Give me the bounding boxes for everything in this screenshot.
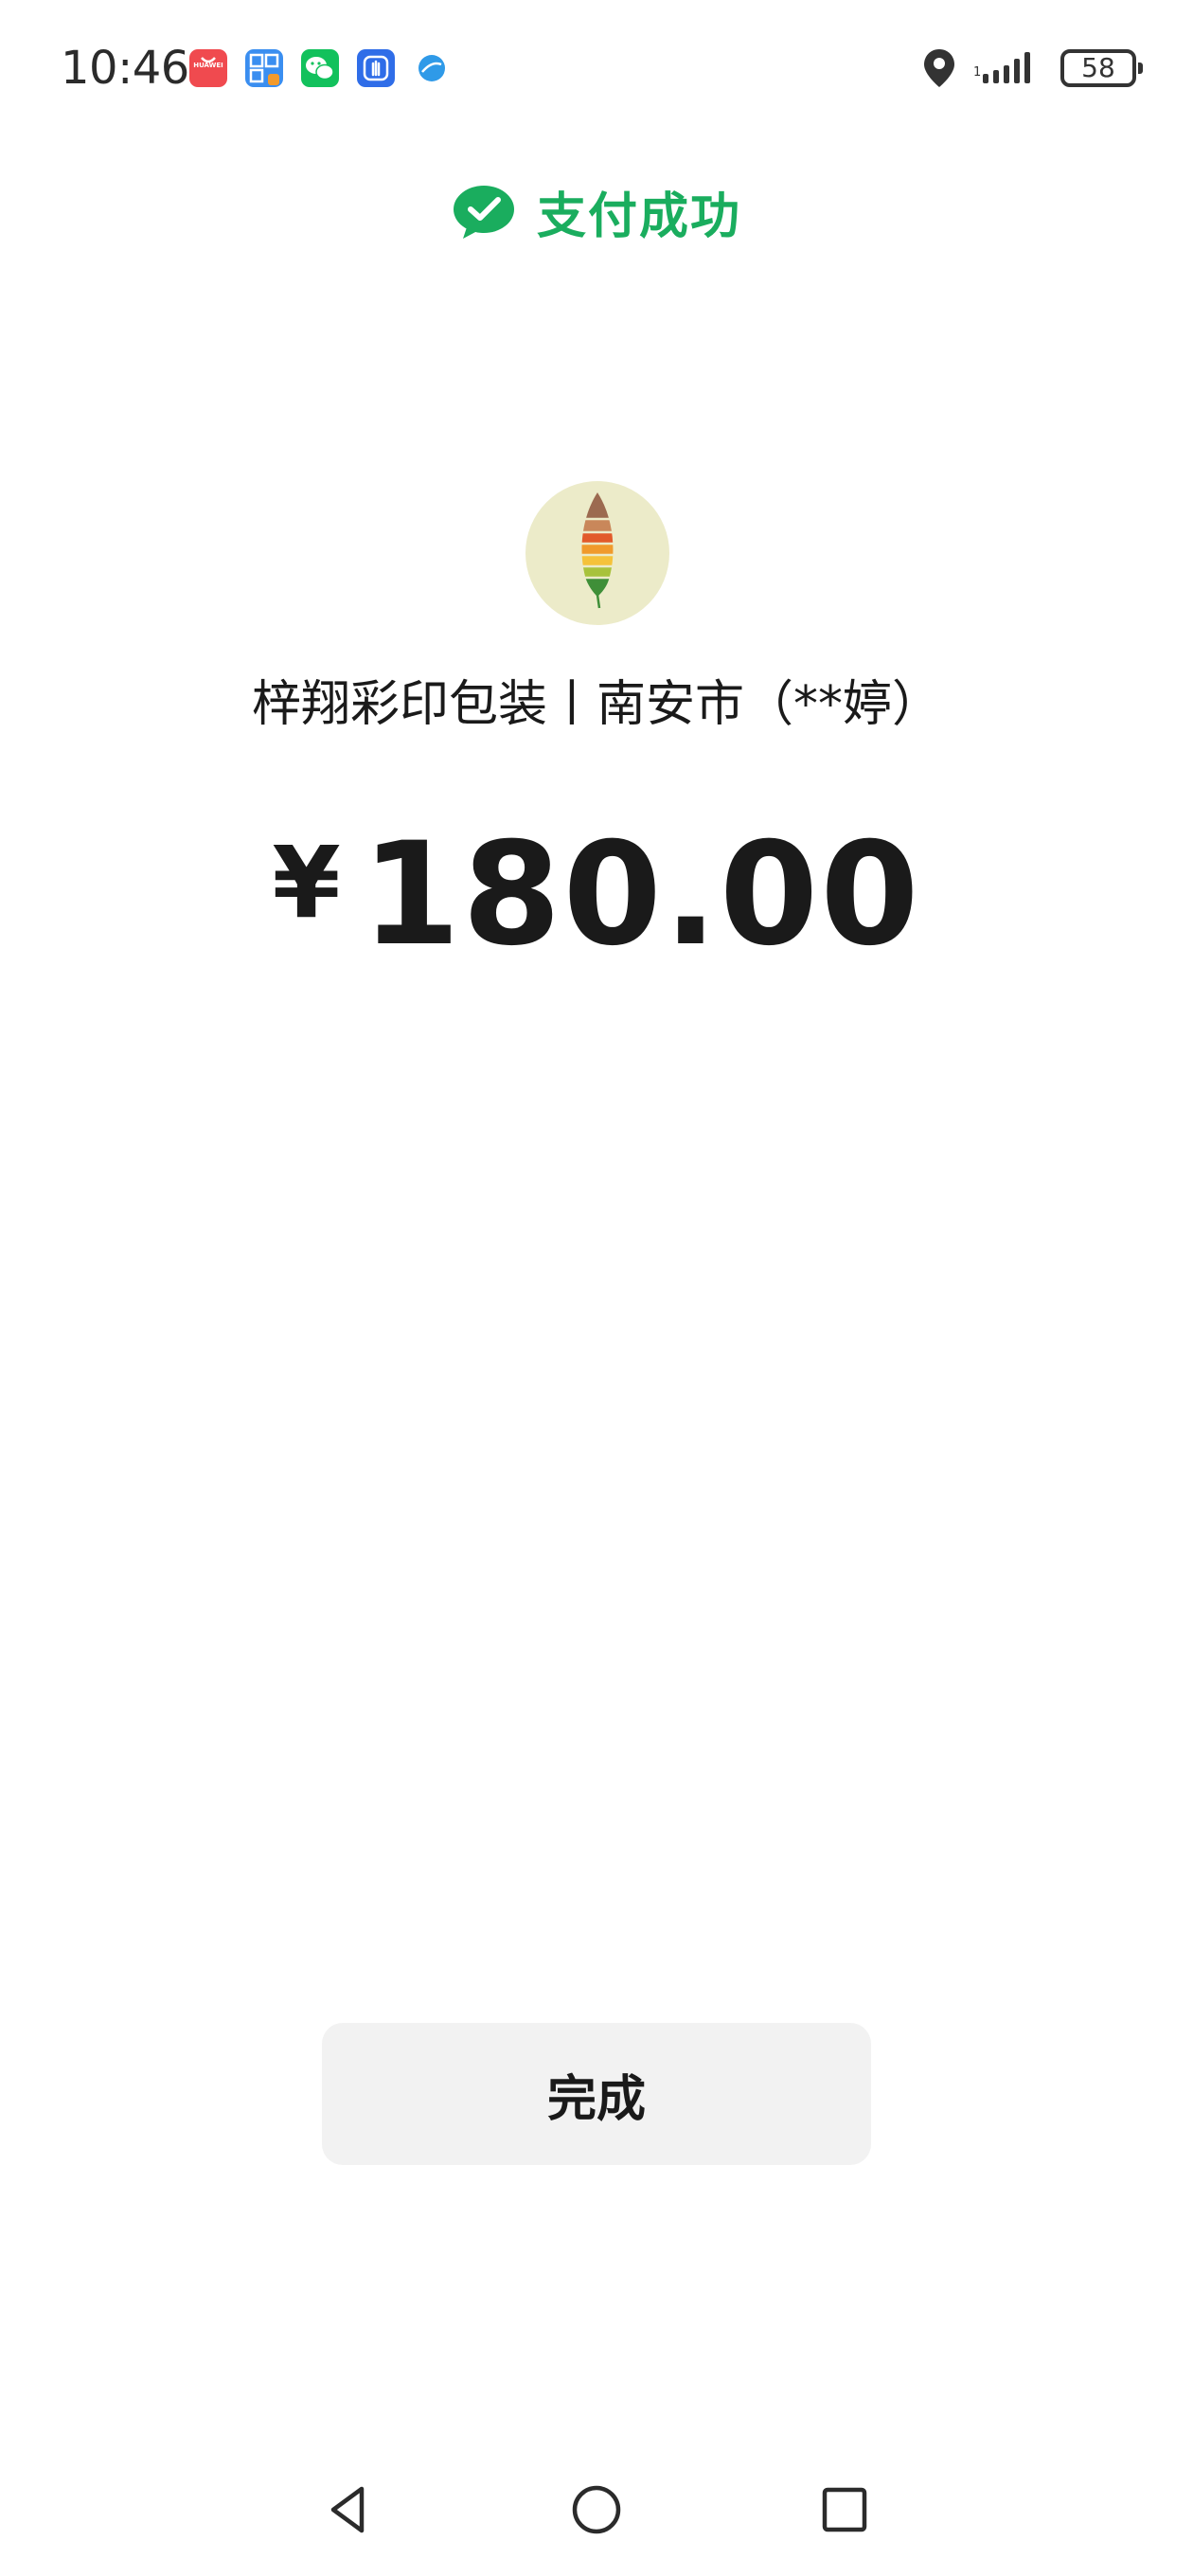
- status-bar: 10:46 HUAWEI 1 58: [0, 0, 1193, 142]
- scan-code-icon: [245, 49, 283, 87]
- recents-icon[interactable]: [816, 2481, 873, 2538]
- status-time: 10:46: [61, 42, 189, 95]
- success-title: 支付成功: [536, 188, 741, 245]
- merchant-name: 梓翔彩印包装丨南安市（**婷）: [251, 676, 941, 733]
- hand-app-icon: [357, 49, 395, 87]
- back-icon[interactable]: [320, 2481, 377, 2538]
- battery-indicator: 58: [1060, 49, 1143, 87]
- leaf-logo-icon: [579, 492, 616, 609]
- wechat-icon: [301, 49, 339, 87]
- currency-symbol: ¥: [272, 825, 341, 940]
- browser-icon: [413, 49, 451, 87]
- payment-success-header: 支付成功: [0, 176, 1193, 247]
- wechat-pay-icon: [453, 185, 514, 239]
- huawei-appgallery-icon: HUAWEI: [189, 49, 227, 87]
- svg-text:1: 1: [973, 65, 981, 80]
- notification-icons: HUAWEI: [189, 49, 451, 87]
- battery-tip: [1138, 63, 1143, 74]
- signal-icon: 1: [973, 52, 1030, 83]
- amount-value: 180.00: [361, 813, 921, 977]
- system-status-icons: 1 58: [922, 45, 1143, 91]
- home-icon[interactable]: [568, 2481, 625, 2538]
- done-button[interactable]: 完成: [322, 2023, 871, 2165]
- payment-amount: ¥ 180.00: [0, 824, 1193, 966]
- battery-level: 58: [1081, 52, 1115, 83]
- location-icon: [924, 49, 954, 87]
- merchant-avatar: [525, 481, 669, 625]
